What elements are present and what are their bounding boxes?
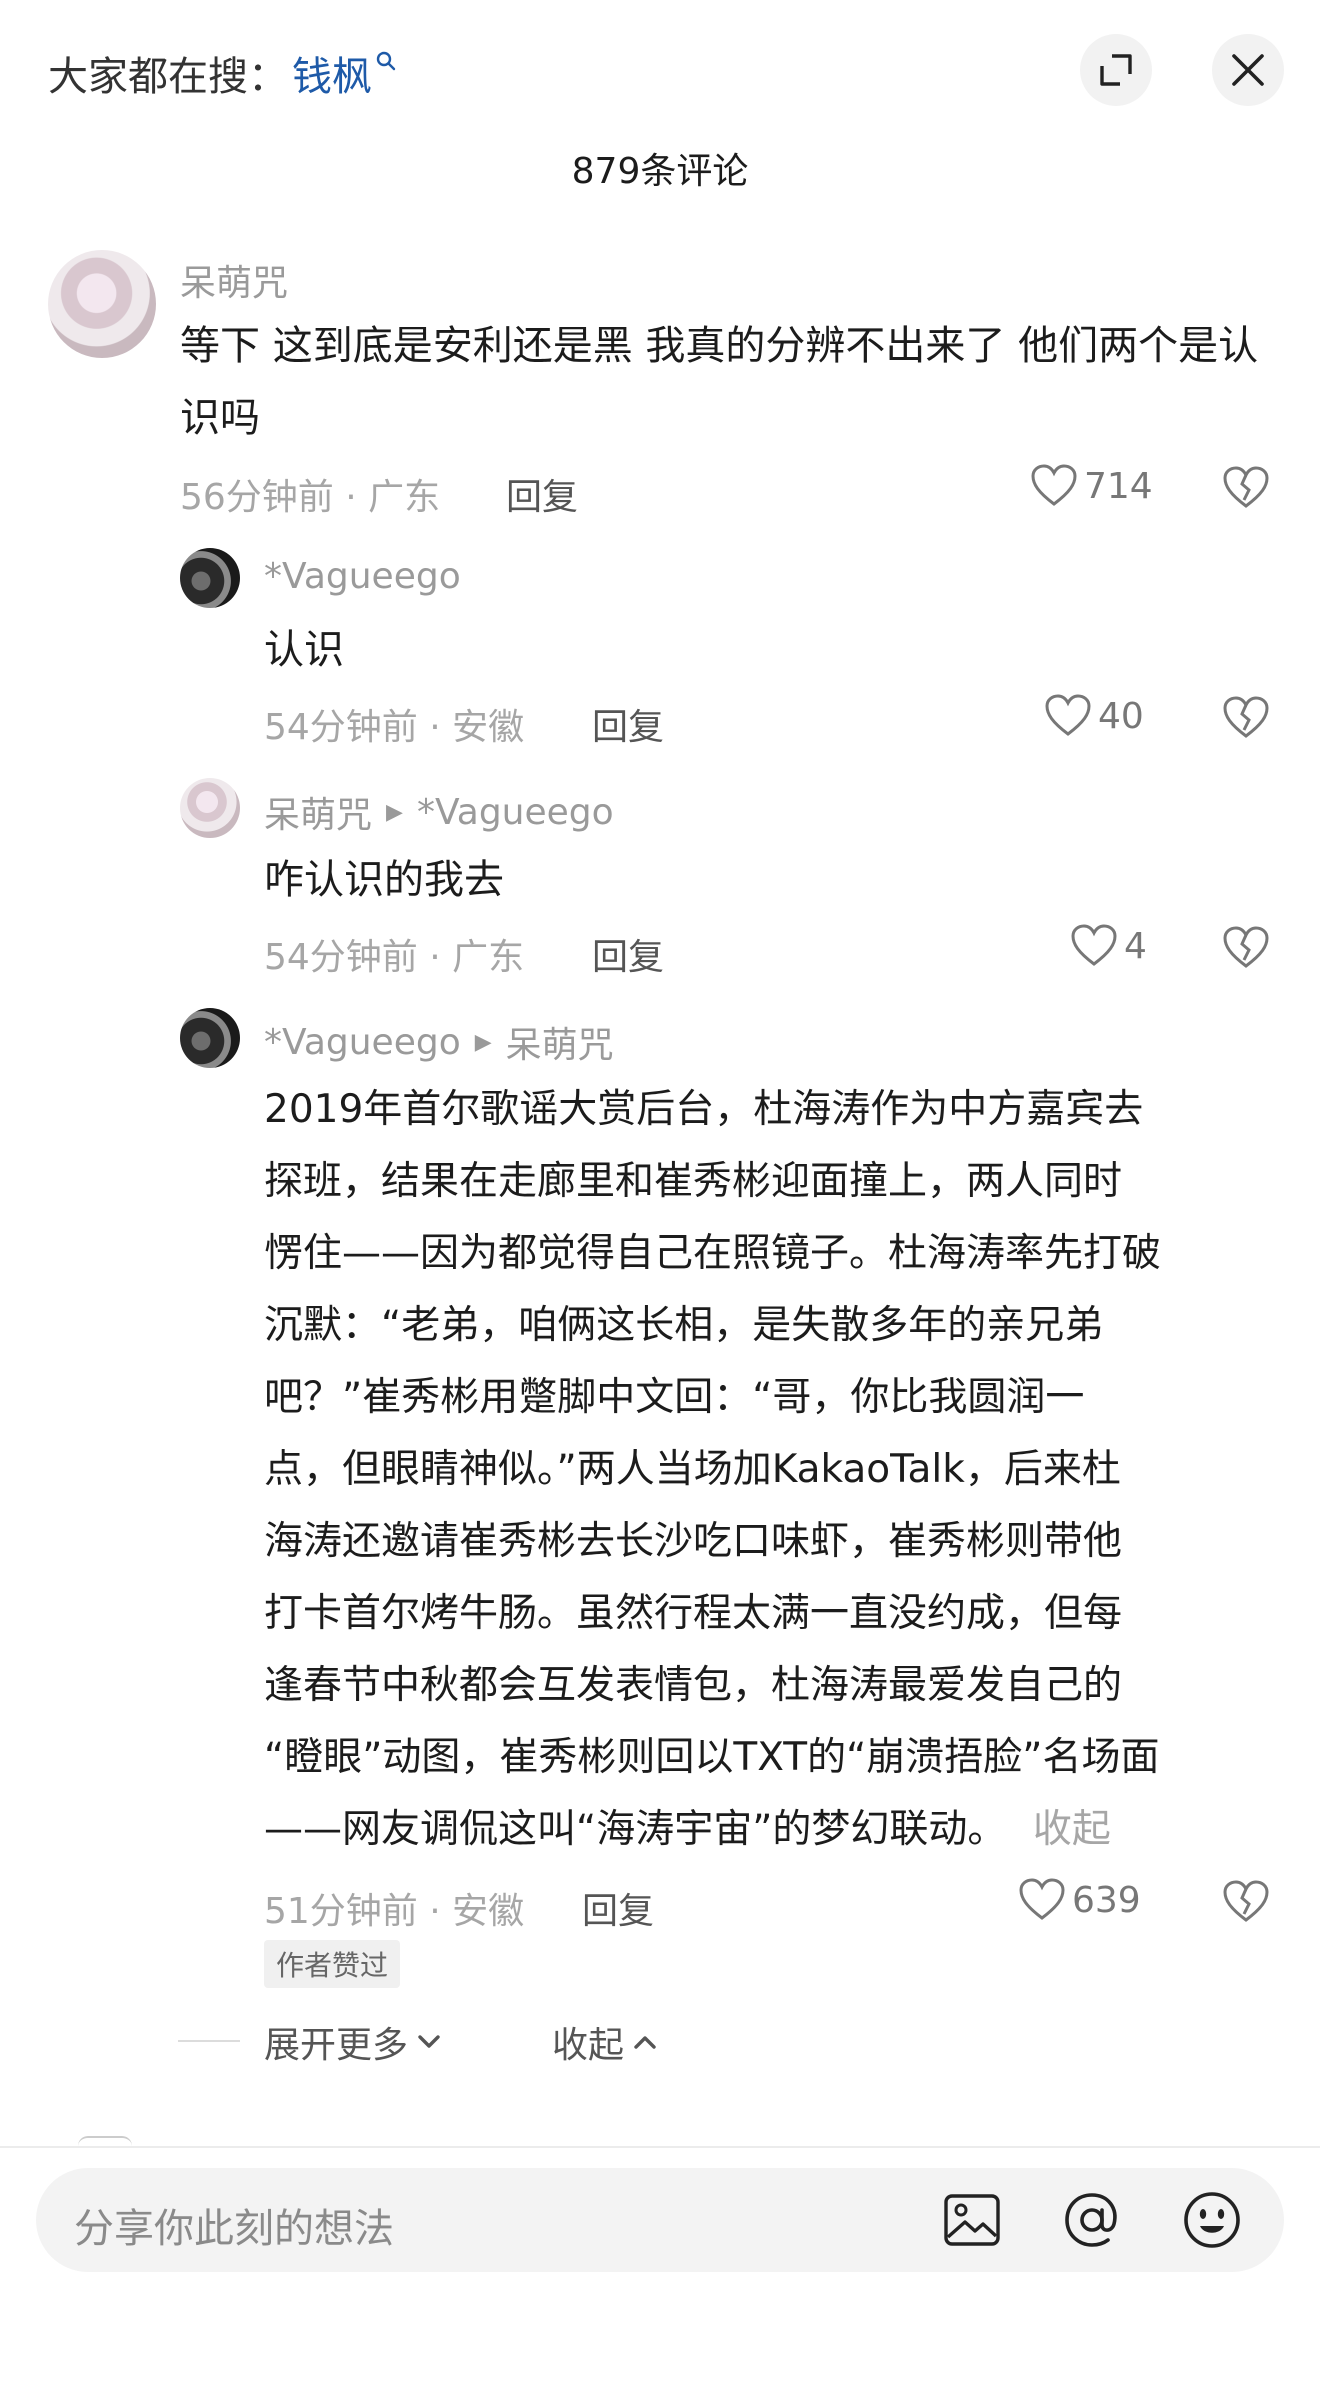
play-arrow-icon: ▶	[386, 799, 403, 825]
heart-icon	[1071, 924, 1117, 966]
divider	[178, 2040, 240, 2042]
thread-controls: 展开更多 收起	[0, 2010, 1320, 2070]
like-count: 639	[1072, 1879, 1141, 1921]
emoji-icon	[1184, 2192, 1240, 2248]
comment-meta: 54分钟前 · 安徽	[264, 707, 525, 748]
comment-text-line: 逢春节中秋都会互发表情包，杜海涛最爱发自己的	[264, 1663, 1123, 1708]
username[interactable]: *Vagueego	[264, 1022, 461, 1063]
comment-text: 咋认识的我去	[264, 857, 504, 903]
comment-meta: 54分钟前 · 广东	[264, 937, 525, 978]
reply-header: *Vagueego ▶ 呆萌咒	[264, 1016, 614, 1068]
heart-icon	[1045, 694, 1091, 736]
reply-button[interactable]: 回复	[592, 928, 664, 980]
comment-text-line: 打卡首尔烤牛肠。虽然行程太满一直没约成，但每	[264, 1591, 1123, 1636]
avatar[interactable]	[180, 548, 240, 608]
comment-meta: 51分钟前 · 安徽	[264, 1891, 525, 1932]
avatar	[78, 2136, 132, 2146]
expand-button[interactable]	[1080, 34, 1152, 106]
comment-text: 认识	[264, 627, 344, 673]
comment-text: 等下 这到底是安利还是黑 我真的分辨不出来了 他们两个是认识吗	[180, 323, 1259, 441]
expand-icon	[1100, 54, 1132, 86]
comment-text-line: 沉默：“老弟，咱俩这长相，是失散多年的亲兄弟	[264, 1303, 1104, 1348]
avatar[interactable]	[180, 778, 240, 838]
comment-text-line: 点，但眼睛神似。”两人当场加KakaoTalk，后来杜	[264, 1447, 1121, 1492]
collapse-button[interactable]: 收起	[552, 2016, 660, 2068]
comment-text-line: 2019年首尔歌谣大赏后台，杜海涛作为中方嘉宾去	[264, 1087, 1144, 1132]
like-button[interactable]: 40	[1044, 694, 1144, 738]
collapse-text-button[interactable]: 收起	[1033, 1807, 1111, 1852]
dislike-button[interactable]	[1222, 926, 1270, 974]
comment-text-last-row: ——网友调侃这叫“海涛宇宙”的梦幻联动。 收起	[264, 1794, 1274, 1866]
comment-text-line: ——网友调侃这叫“海涛宇宙”的梦幻联动。	[264, 1807, 1007, 1852]
comment-text-line: 愣住——因为都觉得自己在照镜子。杜海涛率先打破	[264, 1231, 1162, 1276]
dislike-button[interactable]	[1222, 466, 1270, 514]
at-icon	[1065, 2193, 1117, 2247]
expand-more-button[interactable]: 展开更多	[264, 2016, 444, 2068]
broken-heart-icon	[1223, 926, 1269, 968]
reply-to-username[interactable]: 呆萌咒	[506, 1016, 614, 1068]
like-count: 40	[1098, 695, 1144, 737]
emoji-button[interactable]	[1178, 2186, 1246, 2254]
broken-heart-icon	[1223, 1880, 1269, 1922]
comment-text-line: 吧？”崔秀彬用蹩脚中文回：“哥，你比我圆润一	[264, 1375, 1085, 1420]
input-divider	[0, 2146, 1320, 2148]
top-bar: 大家都在搜： 钱枫	[0, 0, 1320, 140]
dislike-button[interactable]	[1222, 1880, 1270, 1928]
comment-meta: 56分钟前 · 广东	[180, 477, 441, 518]
like-button[interactable]: 714	[1030, 464, 1153, 508]
chevron-down-icon	[418, 2035, 440, 2048]
avatar[interactable]	[180, 1008, 240, 1068]
like-count: 714	[1084, 465, 1153, 507]
comment-text-line: 探班，结果在走廊里和崔秀彬迎面撞上，两人同时	[264, 1159, 1123, 1204]
search-icon	[376, 48, 396, 78]
reply-button[interactable]: 回复	[582, 1882, 654, 1934]
like-button[interactable]: 639	[1018, 1878, 1141, 1922]
image-button[interactable]	[938, 2186, 1006, 2254]
close-button[interactable]	[1212, 34, 1284, 106]
comment-text: 2019年首尔歌谣大赏后台，杜海涛作为中方嘉宾去 探班，结果在走廊里和崔秀彬迎面…	[264, 1074, 1274, 1866]
username[interactable]: 呆萌咒	[180, 254, 288, 306]
comment-text-line: 海涛还邀请崔秀彬去长沙吃口味虾，崔秀彬则带他	[264, 1519, 1123, 1564]
close-icon	[1232, 54, 1264, 86]
reply-to-username[interactable]: *Vagueego	[417, 792, 614, 833]
comment-text-line: “瞪眼”动图，崔秀彬则回以TXT的“崩溃捂脸”名场面	[264, 1735, 1160, 1780]
trending-search-prefix: 大家都在搜：	[48, 54, 288, 100]
image-icon	[944, 2194, 1000, 2246]
heart-icon	[1019, 1878, 1065, 1920]
reply-button[interactable]: 回复	[506, 468, 578, 520]
dislike-button[interactable]	[1222, 696, 1270, 744]
play-arrow-icon: ▶	[474, 1029, 492, 1055]
trending-search-term[interactable]: 钱枫	[292, 44, 372, 102]
heart-icon	[1031, 464, 1077, 506]
like-button[interactable]: 4	[1070, 924, 1147, 968]
collapse-label: 收起	[552, 2025, 625, 2066]
broken-heart-icon	[1223, 466, 1269, 508]
chevron-up-icon	[634, 2036, 656, 2049]
comment-count: 879条评论	[571, 151, 749, 192]
comment-input-bar[interactable]: 分享你此刻的想法	[36, 2168, 1284, 2272]
expand-more-label: 展开更多	[264, 2025, 409, 2066]
username[interactable]: *Vagueego	[264, 556, 461, 597]
like-count: 4	[1124, 925, 1147, 967]
reply-button[interactable]: 回复	[592, 698, 664, 750]
username[interactable]: 呆萌咒	[264, 786, 372, 838]
reply-header: 呆萌咒 ▶ *Vagueego	[264, 786, 614, 838]
broken-heart-icon	[1223, 696, 1269, 738]
comment-input[interactable]: 分享你此刻的想法	[74, 2196, 394, 2254]
trending-search[interactable]: 大家都在搜： 钱枫	[48, 44, 396, 102]
avatar[interactable]	[48, 250, 156, 358]
mention-button[interactable]	[1058, 2186, 1126, 2254]
author-liked-badge: 作者赞过	[264, 1940, 401, 1988]
